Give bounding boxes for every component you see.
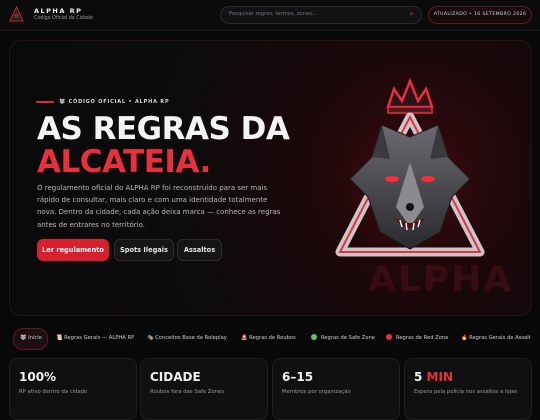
- stat-label: Roubos fora das Safe Zones: [150, 389, 225, 395]
- nav-item-safe-zone[interactable]: Regras de Safe Zone: [311, 328, 375, 348]
- stat-card-membros: 6–15 Membros por organização: [272, 358, 400, 420]
- search-arrow-icon[interactable]: »: [409, 9, 414, 18]
- updated-label: ATUALIZADO • 16 SETEMBRO 2026: [433, 11, 527, 17]
- stat-card-cidade: CIDADE Roubos fora das Safe Zones: [140, 358, 268, 420]
- scroll-icon: 📜: [56, 335, 63, 341]
- wolf-logo-icon[interactable]: [9, 6, 24, 22]
- stat-value: CIDADE: [150, 370, 201, 384]
- green-dot-icon: [311, 334, 317, 340]
- brand-subtitle: Código Oficial da Cidade: [34, 16, 93, 21]
- stat-value: 6–15: [282, 370, 314, 384]
- stat-label: Espera pela polícia nos assaltos a lojas: [414, 389, 518, 395]
- nav-item-red-zone[interactable]: Regras de Red Zone: [386, 328, 448, 348]
- eyebrow-text: 🐺 CÓDIGO OFICIAL • ALPHA RP: [59, 99, 170, 105]
- hero-title-line2: ALCATEIA.: [37, 144, 211, 180]
- stat-card-rp: 100% RP ativo dentro da cidade: [9, 358, 137, 420]
- updated-badge: ATUALIZADO • 16 SETEMBRO 2026: [428, 6, 532, 24]
- stat-value: 100%: [19, 370, 57, 384]
- fire-icon: 🔥: [461, 335, 468, 341]
- stat-value: 5 MIN: [414, 370, 453, 384]
- nav-item-inicio[interactable]: 🐺 Início: [13, 328, 48, 350]
- hero-title-line1: AS REGRAS DA: [37, 111, 290, 147]
- wolf-emblem-icon: [315, 77, 505, 267]
- nav-item-regras-gerais[interactable]: 📜 Regras Gerais — ALPHA RP: [56, 328, 134, 348]
- eyebrow-line: [36, 101, 54, 103]
- siren-icon: 🚨: [241, 335, 248, 341]
- brand-title: ALPHA RP: [34, 7, 83, 15]
- top-bar: ALPHA RP Código Oficial da Cidade Pesqui…: [0, 0, 540, 31]
- stat-label: RP ativo dentro da cidade: [19, 389, 88, 395]
- search-placeholder: Pesquisar regras, termos, zonas...: [229, 11, 317, 17]
- hero-section: 🐺 CÓDIGO OFICIAL • ALPHA RP AS REGRAS DA…: [9, 40, 532, 316]
- search-input[interactable]: Pesquisar regras, termos, zonas... »: [220, 6, 422, 24]
- nav-item-assaltos[interactable]: 🔥 Regras Gerais de Assalt: [461, 328, 531, 348]
- stat-label: Membros por organização: [282, 389, 351, 395]
- stat-card-policia: 5 MIN Espera pela polícia nos assaltos a…: [404, 358, 532, 420]
- red-dot-icon: [386, 334, 392, 340]
- nav-item-conceitos-base[interactable]: 🎭 Conceitos Base de Roleplay: [147, 328, 227, 348]
- nav-item-regras-roubos[interactable]: 🚨 Regras de Roubos: [241, 328, 296, 348]
- robberies-button[interactable]: Assaltos: [177, 239, 222, 261]
- rules-nav: 🐺 Início 📜 Regras Gerais — ALPHA RP 🎭 Co…: [0, 328, 540, 350]
- read-rules-button[interactable]: Ler regulamento: [37, 239, 109, 261]
- mask-icon: 🎭: [147, 335, 154, 341]
- illegal-spots-button[interactable]: Spots Ilegais: [114, 239, 174, 261]
- hero-description: O regulamento oficial do ALPHA RP foi re…: [37, 184, 281, 229]
- wolf-icon: 🐺: [20, 335, 27, 341]
